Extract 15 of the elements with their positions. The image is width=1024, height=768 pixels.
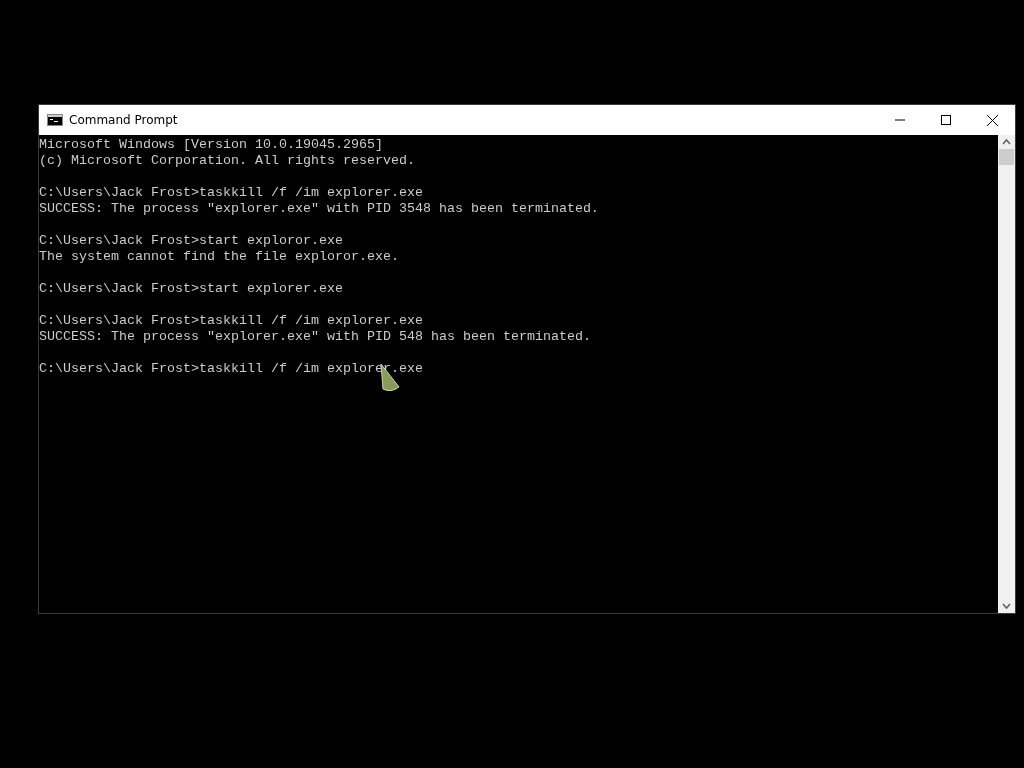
close-icon <box>986 114 998 126</box>
console-line: (c) Microsoft Corporation. All rights reserved. <box>39 153 416 169</box>
console-icon <box>47 114 63 126</box>
console-line: SUCCESS: The process "explorer.exe" with PID 548 has been terminated. <box>39 329 592 345</box>
scrollbar[interactable] <box>998 135 1015 613</box>
console-line: Microsoft Windows [Version 10.0.19045.2965] <box>39 137 384 153</box>
console-line: SUCCESS: The process "explorer.exe" with PID 3548 has been terminated. <box>39 201 600 217</box>
console-line: C:\Users\Jack Frost>taskkill /f /im explorer.exe <box>39 185 424 201</box>
console-line: C:\Users\Jack Frost>start explorer.exe <box>39 281 344 297</box>
window-title: Command Prompt <box>69 113 179 127</box>
console-line: C:\Users\Jack Frost>start exploror.exe <box>39 233 344 249</box>
console-line: C:\Users\Jack Frost>taskkill /f /im explorer.exe <box>39 313 424 329</box>
scroll-thumb[interactable] <box>999 149 1014 165</box>
maximize-icon <box>941 115 951 125</box>
console-line: The system cannot find the file exploror.exe. <box>39 249 400 265</box>
